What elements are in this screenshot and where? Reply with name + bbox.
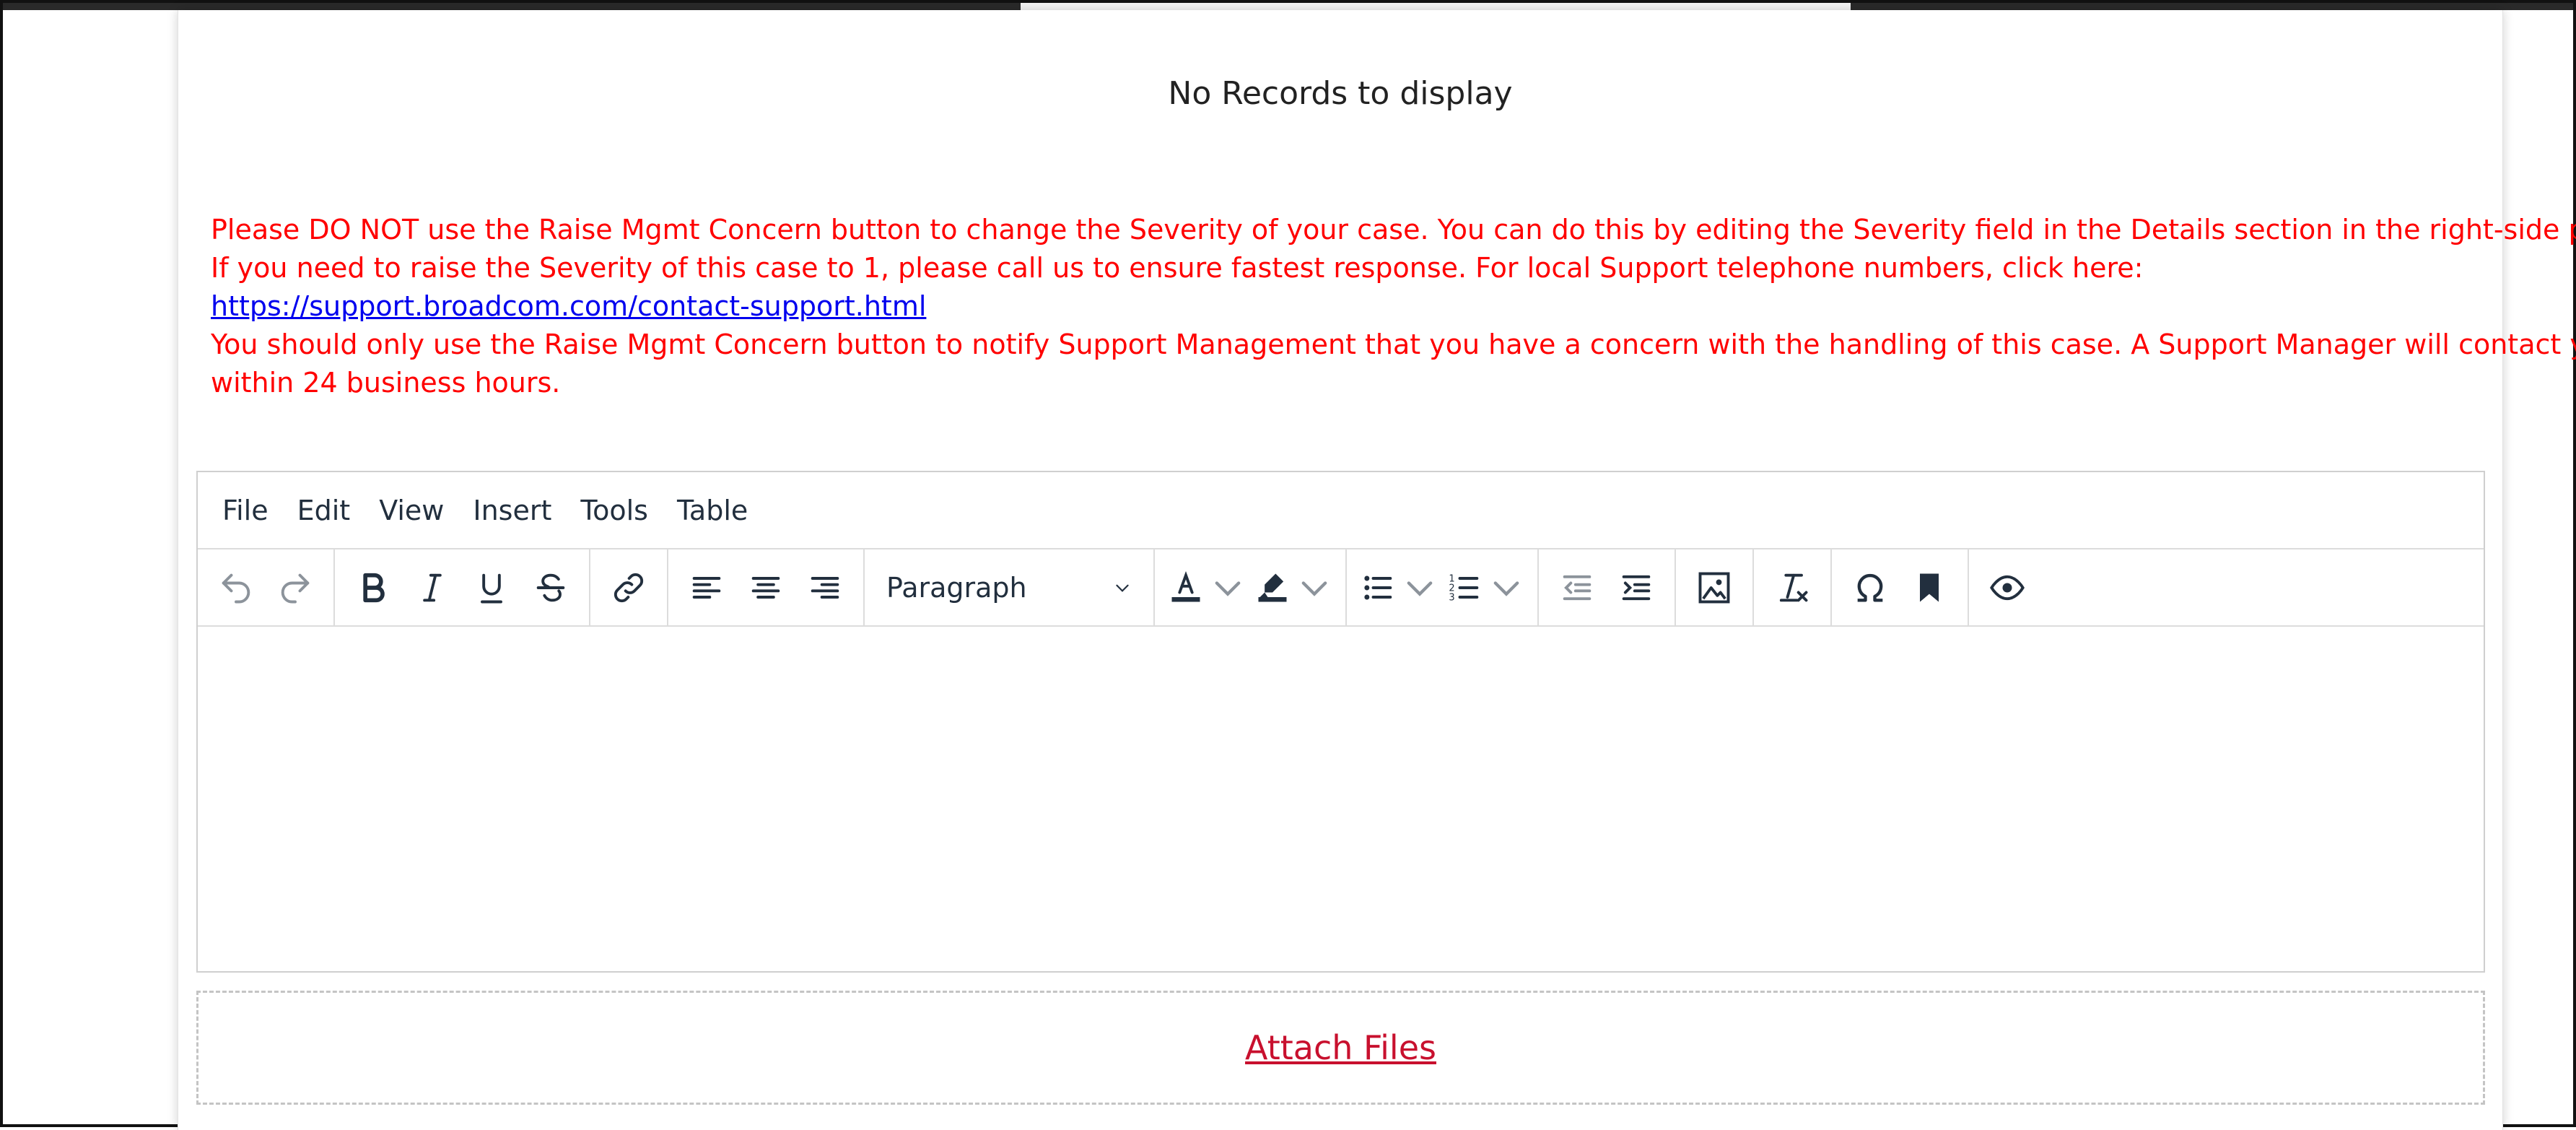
menu-tools[interactable]: Tools	[566, 484, 663, 536]
menu-edit[interactable]: Edit	[283, 484, 365, 536]
notice-line-1: Please DO NOT use the Raise Mgmt Concern…	[211, 214, 2576, 245]
block-format-select[interactable]: Paragraph	[873, 559, 1145, 617]
align-center-button[interactable]	[736, 559, 795, 617]
rich-text-editor: File Edit View Insert Tools Table Paragr…	[196, 471, 2485, 973]
severity-notice: Please DO NOT use the Raise Mgmt Concern…	[211, 211, 2576, 402]
preview-button[interactable]	[1978, 559, 2037, 617]
notice-line-3: You should only use the Raise Mgmt Conce…	[211, 329, 2576, 399]
attach-files-link[interactable]: Attach Files	[1245, 1028, 1436, 1067]
indent-button[interactable]	[1607, 559, 1666, 617]
block-format-value: Paragraph	[886, 571, 1027, 604]
numbered-list-button[interactable]: 123	[1442, 559, 1529, 617]
link-icon	[614, 573, 644, 602]
preview-group	[1969, 549, 2045, 625]
insert-group	[1832, 549, 1969, 625]
underline-icon	[481, 573, 502, 603]
clear-formatting-button[interactable]	[1763, 559, 1822, 617]
chevron-down-icon	[1215, 581, 1241, 596]
image-icon	[1698, 572, 1730, 603]
chevron-down-icon	[1116, 584, 1129, 592]
chevron-down-icon	[1407, 581, 1433, 596]
menu-file[interactable]: File	[208, 484, 283, 536]
redo-icon	[281, 573, 310, 603]
menu-view[interactable]: View	[364, 484, 458, 536]
indent-group	[1539, 549, 1676, 625]
highlight-button[interactable]	[1250, 559, 1337, 617]
numbered-list-icon: 123	[1449, 573, 1479, 603]
special-character-button[interactable]	[1841, 559, 1900, 617]
menu-table[interactable]: Table	[663, 484, 762, 536]
chevron-down-icon	[1301, 581, 1327, 596]
svg-text:3: 3	[1449, 592, 1454, 603]
undo-button[interactable]	[206, 559, 266, 617]
text-color-button[interactable]	[1163, 559, 1250, 617]
color-group	[1155, 549, 1347, 625]
format-group	[335, 549, 590, 625]
image-group	[1676, 549, 1754, 625]
editor-toolbar: Paragraph 1 2 3	[198, 549, 2484, 627]
history-group	[198, 549, 335, 625]
menu-insert[interactable]: Insert	[458, 484, 566, 536]
bold-icon	[363, 573, 385, 602]
link-button[interactable]	[599, 559, 658, 617]
underline-button[interactable]	[462, 559, 521, 617]
insert-image-button[interactable]	[1685, 559, 1744, 617]
special-character-icon	[1857, 573, 1883, 601]
align-left-button[interactable]	[677, 559, 736, 617]
editor-menubar: File Edit View Insert Tools Table	[198, 472, 2484, 549]
link-group	[590, 549, 668, 625]
no-records-message: No Records to display	[1168, 75, 1513, 112]
indent-icon	[1622, 575, 1651, 600]
preview-icon	[1990, 575, 2025, 600]
clear-format-group	[1754, 549, 1832, 625]
bold-button[interactable]	[344, 559, 403, 617]
bookmark-button[interactable]	[1900, 559, 1959, 617]
align-right-button[interactable]	[795, 559, 855, 617]
outdent-button[interactable]	[1547, 559, 1607, 617]
contact-support-link[interactable]: https://support.broadcom.com/contact-sup…	[211, 290, 926, 322]
align-left-icon	[692, 576, 721, 599]
clear-formatting-icon	[1779, 573, 1808, 601]
list-group: 123	[1347, 549, 1539, 625]
undo-icon	[222, 573, 250, 603]
align-group	[668, 549, 865, 625]
block-format-group: Paragraph	[865, 549, 1155, 625]
redo-button[interactable]	[266, 559, 325, 617]
chevron-down-icon	[1493, 581, 1519, 596]
strikethrough-icon	[536, 573, 565, 601]
bookmark-icon	[1920, 573, 1939, 601]
strikethrough-button[interactable]	[521, 559, 580, 617]
attach-files-dropzone[interactable]: Attach Files	[196, 991, 2485, 1105]
top-bar	[3, 3, 2573, 12]
highlight-icon	[1258, 573, 1287, 601]
bullet-list-button[interactable]	[1355, 559, 1442, 617]
bullet-list-icon	[1364, 575, 1392, 599]
case-panel: No Records to display Please DO NOT use …	[178, 10, 2576, 1130]
text-color-icon	[1171, 570, 1200, 601]
align-center-icon	[751, 576, 780, 599]
italic-button[interactable]	[403, 559, 462, 617]
outdent-icon	[1563, 575, 1592, 600]
align-right-icon	[811, 576, 839, 599]
editor-content-area[interactable]	[198, 627, 2484, 966]
italic-icon	[423, 573, 442, 601]
notice-line-2: If you need to raise the Severity of thi…	[211, 252, 2144, 284]
